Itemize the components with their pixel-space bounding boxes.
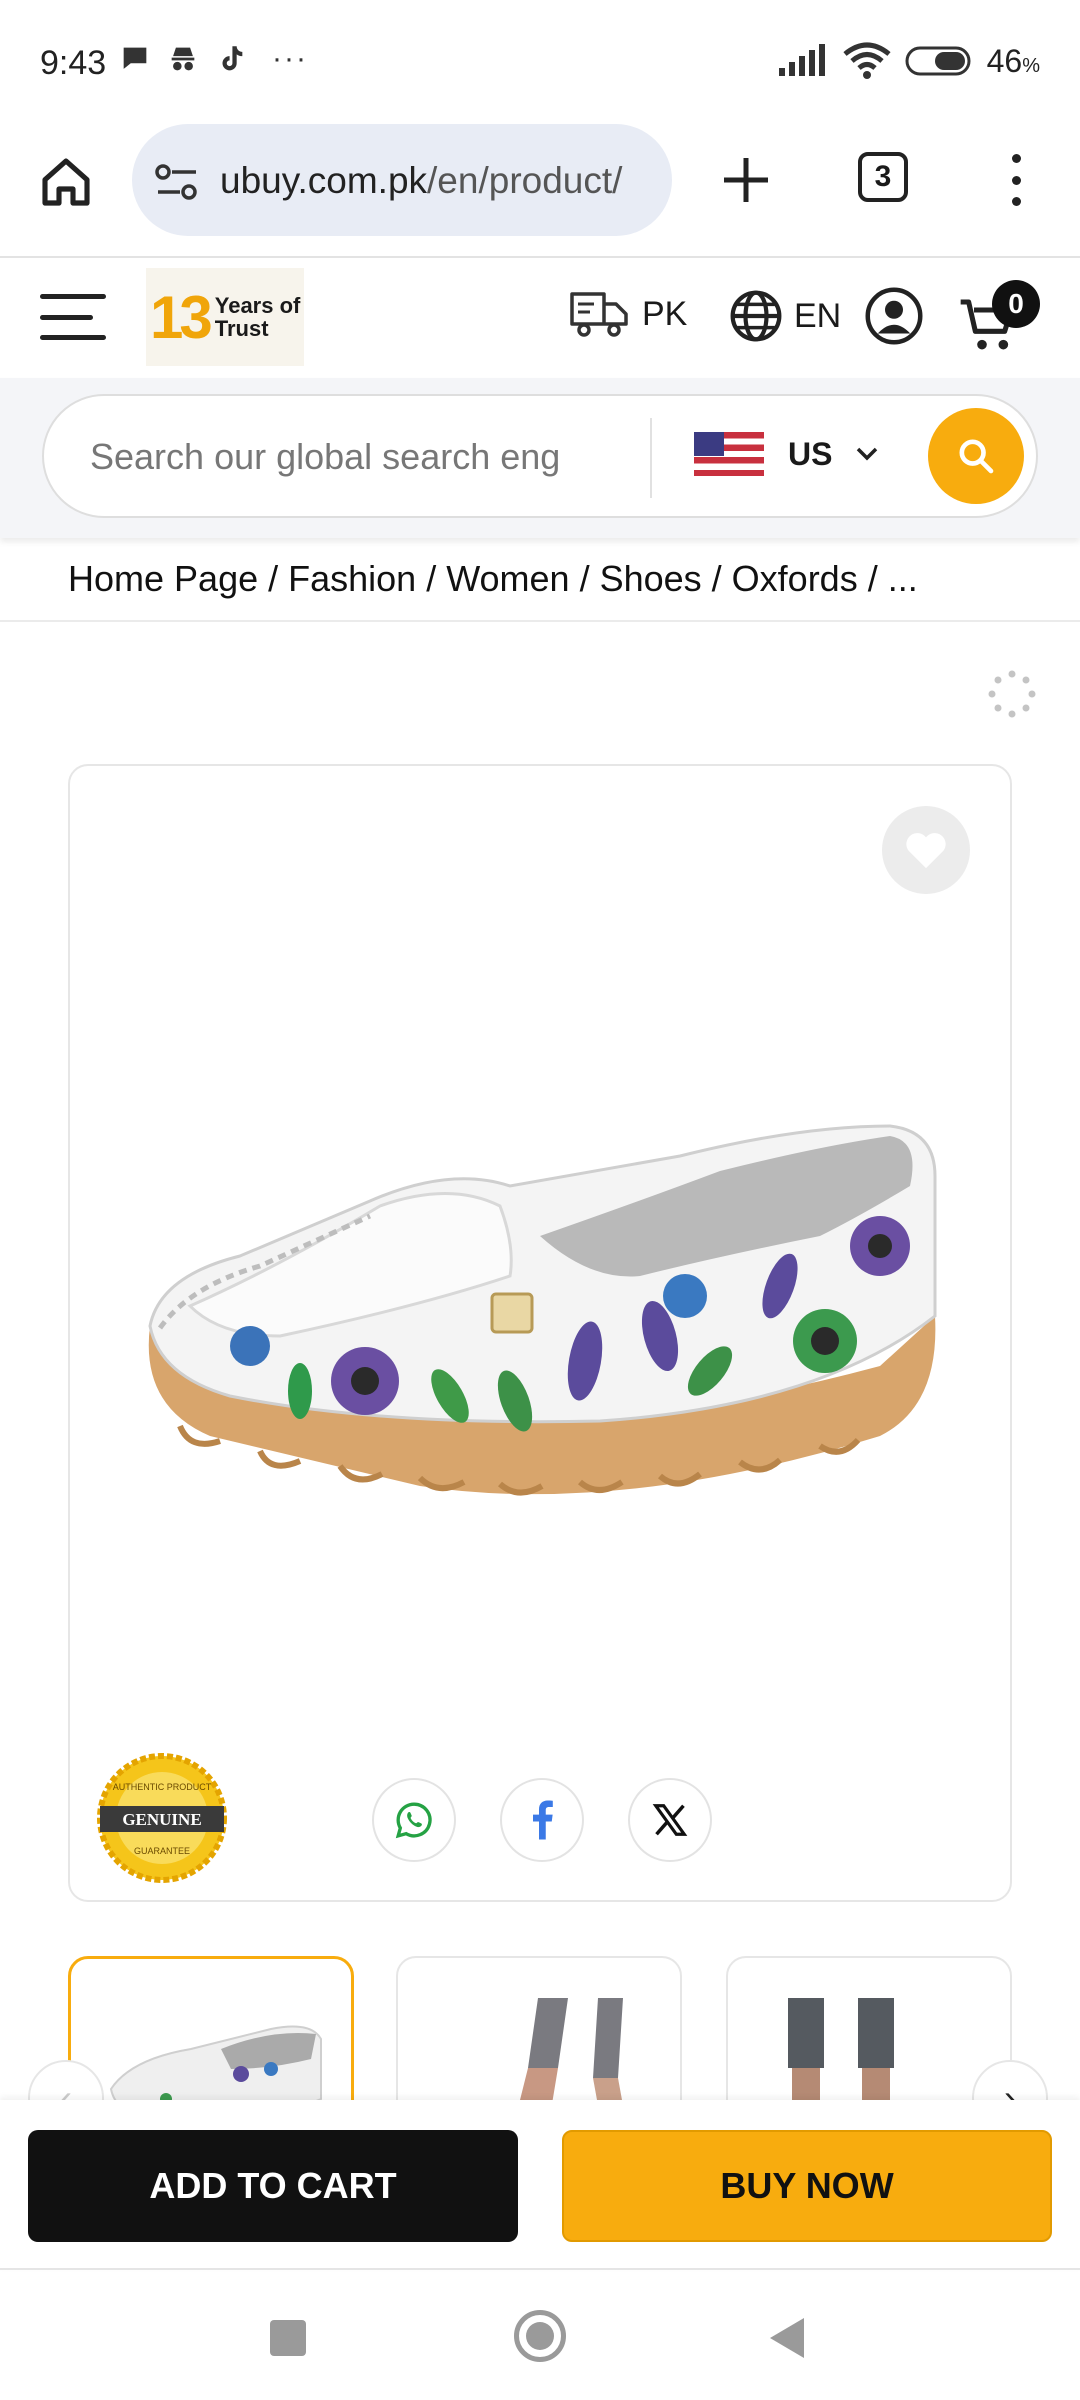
thumbnail-strip: ‹ › <box>0 1956 1080 2100</box>
x-icon <box>652 1804 688 1836</box>
chevron-down-icon <box>857 447 878 461</box>
search-input[interactable]: Search our global search eng <box>90 436 660 478</box>
add-to-cart-button[interactable]: ADD TO CART <box>28 2130 518 2242</box>
svg-text:GENUINE: GENUINE <box>122 1810 201 1829</box>
language-label: EN <box>794 296 842 335</box>
heart-icon <box>906 833 946 869</box>
us-flag-icon <box>694 432 764 476</box>
breadcrumb-trail[interactable]: Home Page / Fashion / Women / Shoes / Ox… <box>68 558 918 600</box>
store-country-label: US <box>788 435 833 472</box>
search-button[interactable] <box>928 408 1024 504</box>
share-x-button[interactable] <box>628 1778 712 1862</box>
status-right: 46% <box>777 42 1040 80</box>
cart-count-badge: 0 <box>992 280 1040 328</box>
share-whatsapp-button[interactable] <box>372 1778 456 1862</box>
url-text[interactable]: ubuy.com.pk/en/product/ <box>220 160 660 202</box>
svg-text:GUARANTEE: GUARANTEE <box>134 1846 190 1856</box>
model-legs-front-thumbnail-image <box>788 1998 894 2100</box>
loading-spinner-icon <box>988 670 1036 718</box>
logo-tagline: Years of Trust <box>214 293 301 341</box>
ship-to-selector[interactable]: PK <box>568 288 687 340</box>
product-shoe-image[interactable] <box>120 1106 960 1526</box>
account-icon[interactable] <box>864 286 924 346</box>
back-button[interactable] <box>770 2318 804 2358</box>
notification-icons: ··· <box>118 42 308 76</box>
more-dots-icon: ··· <box>272 42 308 75</box>
site-settings-icon[interactable] <box>154 162 200 202</box>
store-country-dropdown[interactable]: US <box>694 432 878 476</box>
status-bar: 9:43 ··· 46% <box>0 0 1080 120</box>
home-nav-button[interactable] <box>514 2310 566 2362</box>
breadcrumb: Home Page / Fashion / Women / Shoes / Ox… <box>0 538 1080 622</box>
home-icon <box>42 158 90 206</box>
thumbnail-1[interactable] <box>68 1956 354 2100</box>
cart-button[interactable]: 0 <box>958 280 1048 360</box>
battery-level: 46% <box>986 42 1040 79</box>
globe-icon <box>730 290 782 342</box>
genuine-guarantee-badge: GENUINE AUTHENTIC PRODUCT GUARANTEE <box>97 1753 227 1883</box>
thumbnail-2[interactable] <box>396 1956 682 2100</box>
ship-country-label: PK <box>642 294 688 333</box>
site-logo[interactable]: 13 Years of Trust <box>146 268 304 366</box>
model-legs-thumbnail-image <box>520 1998 623 2100</box>
recents-button[interactable] <box>270 2320 306 2356</box>
new-tab-button[interactable] <box>716 150 776 210</box>
tab-switcher-button[interactable]: 3 <box>858 152 908 202</box>
purchase-action-bar: ADD TO CART BUY NOW <box>0 2100 1080 2270</box>
menu-hamburger-icon[interactable] <box>40 294 106 340</box>
address-bar[interactable]: ubuy.com.pk/en/product/ <box>132 124 672 236</box>
share-buttons <box>372 1778 712 1862</box>
chat-bubble-icon <box>123 47 147 69</box>
facebook-icon <box>533 1800 553 1840</box>
thumbnail-3[interactable] <box>726 1956 1012 2100</box>
browser-toolbar: ubuy.com.pk/en/product/ 3 <box>0 120 1080 258</box>
share-facebook-button[interactable] <box>500 1778 584 1862</box>
search-bar: Search our global search eng US <box>42 394 1038 518</box>
status-time: 9:43 <box>40 44 107 82</box>
battery-icon <box>905 46 971 76</box>
browser-menu-button[interactable] <box>996 148 1036 212</box>
signal-icon <box>778 44 825 76</box>
svg-text:AUTHENTIC PRODUCT: AUTHENTIC PRODUCT <box>113 1782 212 1792</box>
product-image-card: GENUINE AUTHENTIC PRODUCT GUARANTEE <box>68 764 1012 1902</box>
incognito-icon <box>171 47 195 71</box>
logo-number: 13 <box>150 283 213 351</box>
delivery-truck-icon <box>570 292 628 337</box>
buy-now-button[interactable]: BUY NOW <box>562 2130 1052 2242</box>
search-section: Search our global search eng US <box>0 378 1080 538</box>
tiktok-icon <box>222 46 243 71</box>
site-header: 13 Years of Trust PK EN 0 <box>0 258 1080 378</box>
wishlist-button[interactable] <box>882 806 970 894</box>
search-icon <box>959 439 994 474</box>
browser-home-button[interactable] <box>34 150 98 214</box>
language-selector[interactable]: EN <box>728 288 841 344</box>
shoe-thumbnail-image <box>109 2025 322 2100</box>
search-divider <box>650 418 652 498</box>
system-navigation-bar <box>0 2272 1080 2400</box>
wifi-icon <box>843 42 891 79</box>
whatsapp-icon <box>395 1802 432 1839</box>
